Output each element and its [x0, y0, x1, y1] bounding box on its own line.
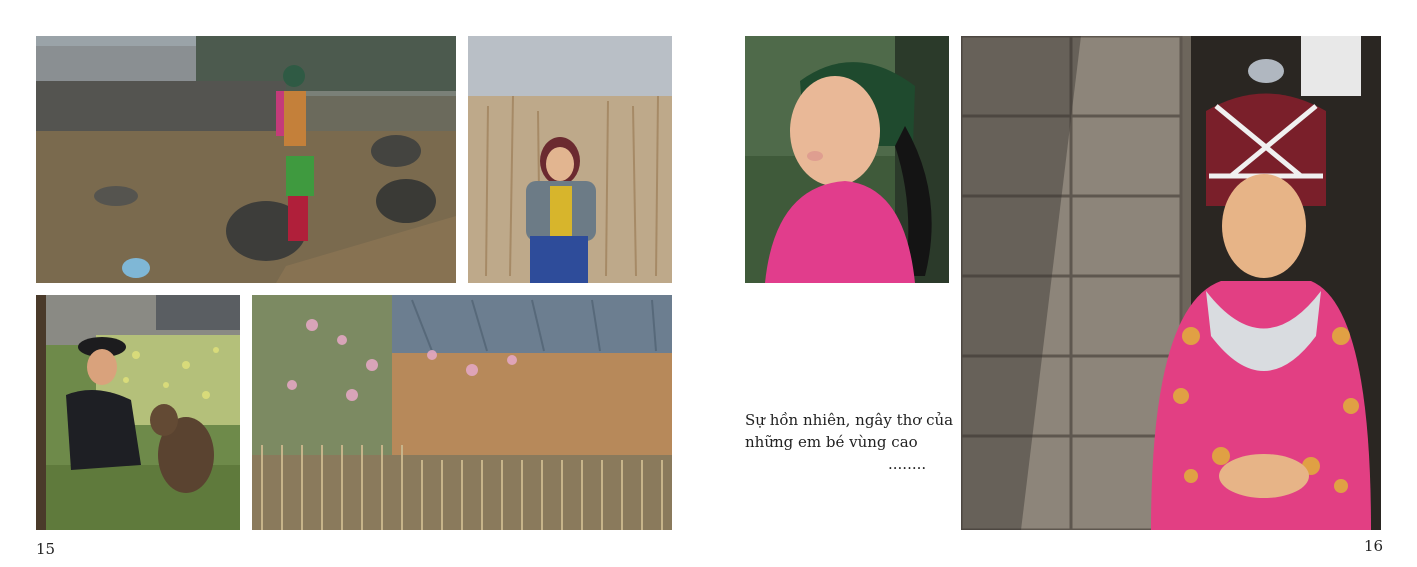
page-number-left: 15 [36, 540, 56, 558]
photo-girl-pink-jacket [745, 36, 949, 283]
photo-girl-traditional-costume [961, 36, 1381, 530]
photo-woman-rocky-field [36, 36, 456, 283]
caption-ellipsis: ........ [888, 455, 927, 473]
photo-mud-house-blossoms [252, 295, 672, 530]
photo-child-hood [468, 36, 672, 283]
caption-line-2: những em bé vùng cao [745, 433, 918, 451]
caption-line-1: Sự hồn nhiên, ngây thơ của [745, 411, 954, 429]
caption: Sự hồn nhiên, ngây thơ của những em bé v… [745, 409, 955, 475]
page-number-right: 16 [1364, 537, 1384, 555]
photo-boy-with-dog [36, 295, 240, 530]
